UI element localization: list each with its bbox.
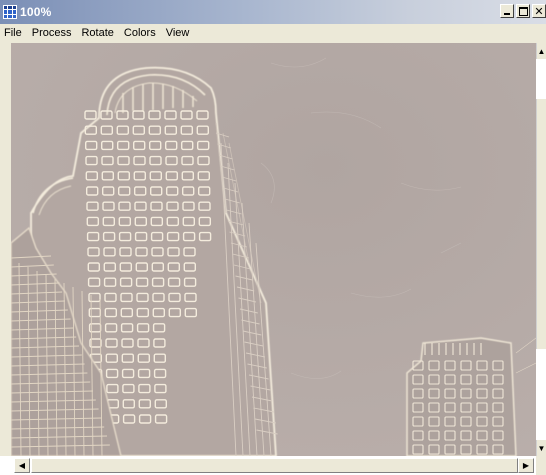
menu-file[interactable]: File (0, 27, 27, 39)
window-title: 100% (20, 5, 52, 19)
horizontal-scroll-thumb[interactable] (31, 458, 518, 473)
title-bar[interactable]: 100% ✕ (0, 0, 546, 24)
scrollbar-corner (536, 456, 546, 475)
minimize-button[interactable] (500, 4, 514, 18)
image-viewport[interactable] (11, 43, 536, 456)
app-window: 100% ✕ File Process Rotate Colors View ▲… (0, 0, 546, 475)
app-grid-icon[interactable] (3, 5, 17, 19)
menu-rotate[interactable]: Rotate (76, 27, 118, 39)
arrow-left-icon[interactable]: ◀ (14, 458, 30, 473)
arrow-down-icon[interactable]: ▼ (536, 440, 546, 456)
maximize-button[interactable] (516, 4, 530, 18)
arrow-up-icon[interactable]: ▲ (536, 43, 546, 59)
menu-colors[interactable]: Colors (119, 27, 161, 39)
horizontal-scrollbar[interactable]: ◀ ▶ (0, 456, 536, 475)
menu-process[interactable]: Process (27, 27, 77, 39)
menu-view[interactable]: View (161, 27, 195, 39)
vertical-scrollbar[interactable]: ▲ ▼ (536, 43, 546, 456)
vertical-scroll-thumb[interactable] (536, 99, 546, 349)
arrow-right-icon[interactable]: ▶ (518, 458, 534, 473)
edge-detected-skyscraper-image (11, 43, 536, 456)
close-button[interactable]: ✕ (532, 4, 546, 18)
window-controls: ✕ (500, 4, 546, 18)
menu-bar: File Process Rotate Colors View (0, 24, 546, 42)
